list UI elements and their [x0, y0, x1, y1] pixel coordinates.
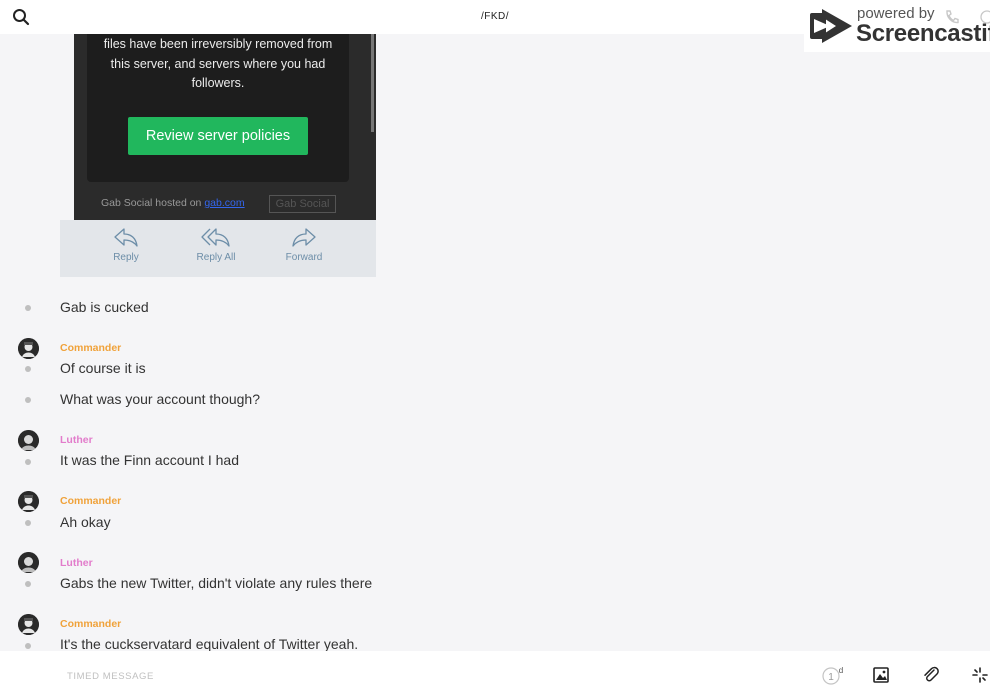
message-bullet: [25, 459, 31, 465]
gab-social-logo: Gab Social: [269, 195, 336, 213]
reply-icon: [114, 228, 138, 247]
screencastify-watermark: powered by Screencastify: [804, 0, 990, 52]
message-text: What was your account though?: [60, 391, 261, 407]
phone-icon: [946, 10, 959, 24]
reply-all-label: Reply All: [196, 252, 236, 263]
avatar[interactable]: [18, 338, 39, 359]
avatar[interactable]: [18, 614, 39, 635]
forward-button[interactable]: Forward: [264, 226, 344, 263]
message-author[interactable]: Commander: [60, 495, 121, 507]
screencastify-logo-icon: [810, 9, 852, 43]
avatar[interactable]: [18, 552, 39, 573]
message-author[interactable]: Luther: [60, 434, 93, 446]
commander-avatar-icon: [18, 491, 39, 512]
message-bullet: [25, 305, 31, 311]
avatar[interactable]: [18, 430, 39, 451]
email-body-line: this server, and servers where you had: [110, 56, 326, 71]
reply-all-button[interactable]: Reply All: [176, 226, 256, 263]
message-text: It was the Finn account I had: [60, 452, 239, 468]
forward-label: Forward: [285, 252, 323, 263]
message-bullet: [25, 581, 31, 587]
message-author[interactable]: Commander: [60, 342, 121, 354]
message-bullet: [25, 366, 31, 372]
email-body-line: followers.: [191, 76, 245, 90]
review-server-policies-button[interactable]: Review server policies: [128, 117, 308, 155]
message-bullet: [25, 643, 31, 649]
message-author[interactable]: Commander: [60, 618, 121, 630]
sparkle-icon[interactable]: [972, 667, 988, 683]
reply-label: Reply: [113, 252, 139, 263]
email-body: files have been irreversibly removed fro…: [87, 35, 349, 94]
email-scrollbar[interactable]: [371, 34, 374, 132]
email-body-line: files have been irreversibly removed fro…: [103, 37, 333, 51]
reply-all-icon: [201, 228, 230, 247]
attach-icon[interactable]: [922, 666, 940, 684]
email-screenshot: files have been irreversibly removed fro…: [74, 34, 376, 220]
reply-button[interactable]: Reply: [86, 226, 166, 263]
message-text: Gab is cucked: [60, 299, 149, 315]
email-actions-bar: Reply Reply All Forward: [60, 220, 376, 277]
info-icon: [980, 10, 990, 24]
message-text: Ah okay: [60, 514, 111, 530]
forward-icon: [292, 228, 316, 247]
message-bullet: [25, 397, 31, 403]
email-card: files have been irreversibly removed fro…: [87, 34, 349, 182]
commander-avatar-icon: [18, 614, 39, 635]
message-text: Of course it is: [60, 360, 146, 376]
timer-unit: d: [839, 666, 843, 675]
watermark-brand: Screencastify: [856, 20, 990, 47]
message-text: Gabs the new Twitter, didn't violate any…: [60, 575, 373, 591]
luther-avatar-icon: [18, 430, 39, 451]
message-bullet: [25, 520, 31, 526]
message-text: It's the cuckservatard equivalent of Twi…: [60, 636, 359, 652]
timer-icon[interactable]: 1 d: [822, 665, 846, 687]
email-footer-text: Gab Social hosted on: [101, 197, 205, 209]
commander-avatar-icon: [18, 338, 39, 359]
luther-avatar-icon: [18, 552, 39, 573]
email-footer: Gab Social hosted on gab.com: [101, 197, 245, 209]
timer-value: 1: [828, 672, 834, 683]
message-author[interactable]: Luther: [60, 557, 93, 569]
gab-link[interactable]: gab.com: [204, 197, 244, 209]
avatar[interactable]: [18, 491, 39, 512]
image-icon[interactable]: [873, 667, 889, 683]
message-input[interactable]: TIMED MESSAGE: [67, 671, 154, 682]
composer-bar: TIMED MESSAGE 1 d: [0, 651, 990, 700]
